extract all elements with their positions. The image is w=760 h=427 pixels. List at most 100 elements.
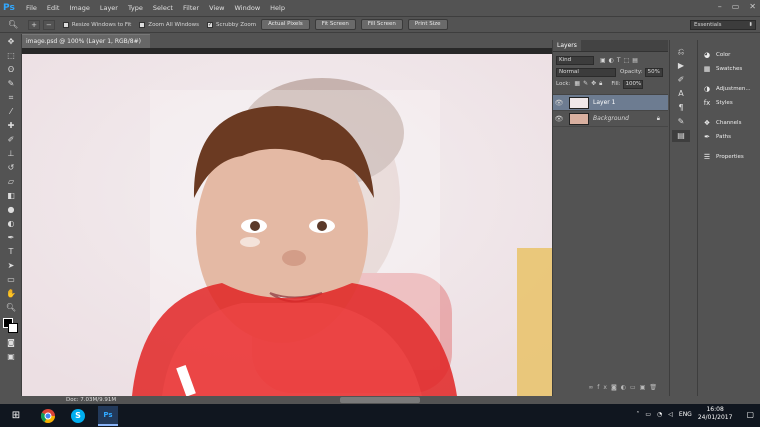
dodge-tool-icon[interactable]: ◐ xyxy=(2,218,20,230)
panel-swatches[interactable]: ▦ Swatches xyxy=(698,62,760,76)
horizontal-scrollbar[interactable] xyxy=(340,397,420,403)
workspace-select[interactable]: Essentials ⬍ xyxy=(690,20,756,30)
paragraph-icon[interactable]: ¶ xyxy=(672,102,690,114)
eyedropper-tool-icon[interactable]: ⁄ xyxy=(2,106,20,118)
color-icon: ◕ xyxy=(703,51,711,59)
zoom-all-checkbox[interactable]: Zoom All Windows xyxy=(139,21,199,28)
windows-start-icon[interactable]: ⊞ xyxy=(6,406,26,426)
photoshop-taskbar-icon[interactable]: Ps xyxy=(98,405,118,426)
close-button[interactable]: ✕ xyxy=(749,2,756,11)
network-icon[interactable]: ◔ xyxy=(657,411,662,418)
canvas-area[interactable] xyxy=(22,48,552,396)
healing-tool-icon[interactable]: ✚ xyxy=(2,120,20,132)
battery-icon[interactable]: ▭ xyxy=(645,411,651,418)
skype-icon[interactable]: S xyxy=(68,406,88,426)
menu-type[interactable]: Type xyxy=(123,0,148,16)
scrubby-zoom-checkbox[interactable]: ✓ Scrubby Zoom xyxy=(207,21,256,28)
menu-window[interactable]: Window xyxy=(230,0,266,16)
hand-tool-icon[interactable]: ✋ xyxy=(2,288,20,300)
menu-layer[interactable]: Layer xyxy=(95,0,123,16)
menu-filter[interactable]: Filter xyxy=(178,0,204,16)
panel-styles[interactable]: fx Styles xyxy=(698,96,760,110)
quick-select-tool-icon[interactable]: ✎ xyxy=(2,78,20,90)
volume-icon[interactable]: ◁ xyxy=(668,411,673,418)
clock[interactable]: 16:08 24/01/2017 xyxy=(698,406,733,422)
visibility-eye-icon[interactable]: 👁︎ xyxy=(553,99,565,107)
zoom-tool-icon[interactable]: 🔍︎ xyxy=(8,20,18,29)
tool-presets-icon[interactable]: ✎ xyxy=(672,116,690,128)
type-tool-icon[interactable]: T xyxy=(2,246,20,258)
fill-field[interactable]: 100% xyxy=(622,79,643,89)
resize-windows-checkbox[interactable]: Resize Windows to Fit xyxy=(62,21,131,28)
background-color-swatch[interactable] xyxy=(8,323,18,333)
visibility-eye-icon[interactable]: 👁︎ xyxy=(553,115,565,123)
menu-help[interactable]: Help xyxy=(265,0,290,16)
blend-mode-label: Normal xyxy=(559,68,579,75)
path-select-icon[interactable]: ➤ xyxy=(2,260,20,272)
minimize-button[interactable]: – xyxy=(718,2,722,11)
chrome-icon[interactable] xyxy=(38,406,58,426)
screen-mode-icon[interactable]: ▣ xyxy=(2,351,20,363)
layers-strip-icon[interactable]: ▤ xyxy=(672,130,690,142)
stamp-tool-icon[interactable]: ⊥ xyxy=(2,148,20,160)
shape-tool-icon[interactable]: ▭ xyxy=(2,274,20,286)
character-icon[interactable]: A xyxy=(672,88,690,100)
pen-tool-icon[interactable]: ✒ xyxy=(2,232,20,244)
layer-row-layer1[interactable]: 👁︎ Layer 1 xyxy=(553,95,668,111)
print-size-button[interactable]: Print Size xyxy=(407,19,448,30)
panel-channels[interactable]: ❖ Channels xyxy=(698,116,760,130)
notifications-icon[interactable]: ▢ xyxy=(746,410,754,419)
menu-select[interactable]: Select xyxy=(148,0,178,16)
lock-icons[interactable]: ▦✎✥🔒︎ xyxy=(574,80,605,88)
window-controls: – ▭ ✕ xyxy=(718,2,756,11)
move-tool-icon[interactable]: ✥ xyxy=(2,36,20,48)
history-icon[interactable]: ⎌ xyxy=(672,46,690,58)
panel-properties[interactable]: ☰ Properties xyxy=(698,150,760,164)
actual-pixels-button[interactable]: Actual Pixels xyxy=(261,19,310,30)
eraser-tool-icon[interactable]: ▱ xyxy=(2,176,20,188)
crop-tool-icon[interactable]: ⌗ xyxy=(2,92,20,104)
layer-row-background[interactable]: 👁︎ Background 🔒︎ xyxy=(553,111,668,127)
channels-icon: ❖ xyxy=(703,119,711,127)
quick-mask-icon[interactable]: ◙ xyxy=(2,337,20,349)
fit-screen-button[interactable]: Fit Screen xyxy=(314,19,356,30)
opacity-field[interactable]: 50% xyxy=(644,67,663,77)
menu-view[interactable]: View xyxy=(204,0,229,16)
book-prop xyxy=(517,248,552,396)
brush-presets-icon[interactable]: ✐ xyxy=(672,74,690,86)
gradient-tool-icon[interactable]: ◧ xyxy=(2,190,20,202)
panel-swatches-label: Swatches xyxy=(716,66,743,72)
panel-color[interactable]: ◕ Color xyxy=(698,48,760,62)
filter-icons[interactable]: ▣◐T⬚▤ xyxy=(600,57,641,64)
blend-mode-select[interactable]: Normal xyxy=(556,67,616,77)
fill-screen-button[interactable]: Fill Screen xyxy=(360,19,403,30)
menu-edit[interactable]: Edit xyxy=(42,0,65,16)
styles-icon: fx xyxy=(703,99,711,107)
maximize-button[interactable]: ▭ xyxy=(732,2,740,11)
kind-filter-label: Kind xyxy=(559,56,572,63)
document-canvas[interactable] xyxy=(22,48,552,396)
panel-adjustments[interactable]: ◑ Adjustmen... xyxy=(698,82,760,96)
menu-bar: Ps File Edit Image Layer Type Select Fil… xyxy=(0,0,760,16)
menu-file[interactable]: File xyxy=(21,0,42,16)
menu-image[interactable]: Image xyxy=(64,0,94,16)
layer-footer-icons[interactable]: ∞fx◙◐▭▣🗑︎ xyxy=(588,384,661,391)
kind-filter-select[interactable]: Kind xyxy=(556,55,594,65)
panel-paths[interactable]: ✒ Paths xyxy=(698,130,760,144)
history-brush-icon[interactable]: ↺ xyxy=(2,162,20,174)
lasso-tool-icon[interactable]: ʘ xyxy=(2,64,20,76)
right-panels: ◕ Color ▦ Swatches ◑ Adjustmen... fx Styles … xyxy=(697,40,760,396)
brush-tool-icon[interactable]: ✐ xyxy=(2,134,20,146)
zoom-in-icon[interactable]: + xyxy=(28,19,41,30)
document-tab[interactable]: image.psd @ 100% (Layer 1, RGB/8#) *✕ xyxy=(22,34,150,58)
zoom-tool-icon-side[interactable]: 🔍︎ xyxy=(2,302,20,314)
blur-tool-icon[interactable]: ● xyxy=(2,204,20,216)
language-indicator[interactable]: ENG xyxy=(679,411,692,418)
zoom-out-icon[interactable]: − xyxy=(43,19,55,30)
marquee-tool-icon[interactable]: ⬚ xyxy=(2,50,20,62)
actions-icon[interactable]: ▶ xyxy=(672,60,690,72)
lock-icon: 🔒︎ xyxy=(656,114,660,122)
tab-layers[interactable]: Layers xyxy=(553,40,581,51)
tray-chevron-icon[interactable]: ˄ xyxy=(636,411,639,418)
workspace-label: Essentials xyxy=(694,22,722,28)
